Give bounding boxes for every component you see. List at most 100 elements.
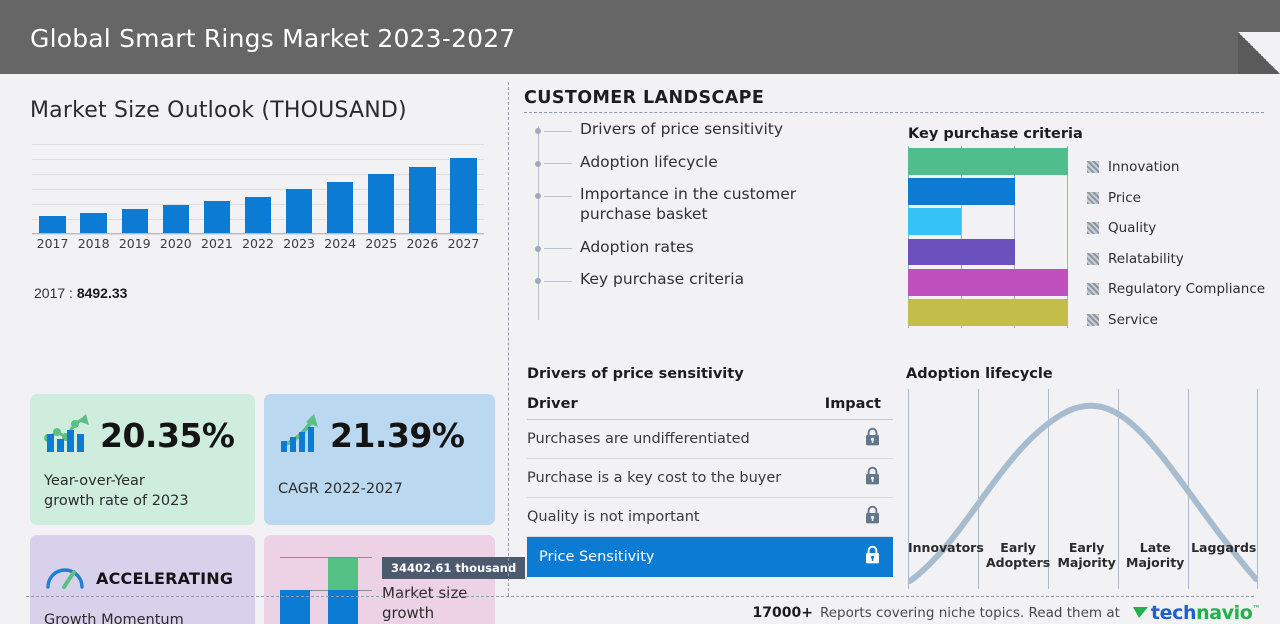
kpc-row-Innovation	[908, 146, 1068, 176]
hatched-square-icon	[1087, 283, 1099, 296]
legend-label: Regulatory Compliance	[1108, 281, 1266, 298]
bar-2023	[285, 188, 313, 234]
x-tick-2026: 2026	[406, 236, 439, 251]
lock-icon	[864, 545, 881, 569]
hatched-square-icon	[1087, 222, 1099, 235]
connector-line	[544, 130, 572, 132]
customer-landscape-topics: Drivers of price sensitivity Adoption lif…	[535, 120, 888, 320]
kpc-bar-rows	[908, 146, 1068, 328]
card-market-size-growth[interactable]: 2022 2027 34402.61 thousand Market size …	[264, 535, 526, 624]
bar-2022	[244, 196, 272, 234]
growth-description: Market size growth	[382, 583, 467, 624]
card-yoy-row: 20.35%	[44, 412, 235, 459]
x-tick-2025: 2025	[365, 236, 398, 251]
first-year-label: 2017 :	[34, 285, 73, 301]
cagr-line1: CAGR 2022-2027	[278, 481, 403, 497]
speedometer-icon	[44, 561, 86, 596]
driver-label: Price Sensitivity	[539, 549, 655, 565]
table-row[interactable]: Price Sensitivity	[527, 537, 893, 577]
legend-item-quality[interactable]: Quality	[1087, 213, 1277, 244]
header-driver: Driver	[527, 396, 578, 412]
bar-2024	[327, 181, 354, 234]
x-tick-2027: 2027	[447, 236, 480, 251]
report-count: 17000+	[752, 605, 813, 621]
bullet-dot-icon	[535, 128, 541, 134]
bar-arrow-growth-icon	[278, 412, 320, 459]
stage-label-laggards: Laggards	[1191, 540, 1257, 555]
technavio-logo[interactable]: tech navio ™	[1132, 602, 1260, 624]
yoy-line2: growth rate of 2023	[44, 492, 189, 509]
brand-part-2: navio	[1196, 602, 1253, 624]
x-tick-2021: 2021	[201, 236, 233, 251]
gridline	[32, 144, 484, 145]
table-row[interactable]: Purchases are undifferentiated	[527, 420, 893, 459]
legend-item-relatability[interactable]: Relatability	[1087, 244, 1277, 275]
bullet-dot-icon	[535, 245, 541, 252]
topic-label: Adoption rates	[580, 237, 694, 256]
legend-item-price[interactable]: Price	[1087, 183, 1277, 214]
kpc-row-Service	[908, 298, 1068, 328]
bar-column	[279, 146, 320, 234]
legend-item-service[interactable]: Service	[1087, 305, 1277, 336]
legend-item-innovation[interactable]: Innovation	[1087, 152, 1277, 183]
kpc-bar-Service	[908, 299, 1068, 327]
market-size-growth-chart	[280, 553, 372, 624]
first-year-value: 2017 : 8492.33	[34, 285, 127, 301]
customer-landscape-title: CUSTOMER LANDSCAPE	[524, 88, 765, 108]
legend-item-regulatory-compliance[interactable]: Regulatory Compliance	[1087, 274, 1277, 305]
header-impact: Impact	[824, 396, 881, 412]
kpc-bar-Relatability	[908, 238, 1015, 266]
technavio-triangle-icon	[1132, 602, 1148, 624]
x-tick-2020: 2020	[159, 236, 192, 251]
topic-item-1[interactable]: Adoption lifecycle	[535, 152, 888, 173]
growth-callout-badge: 34402.61 thousand	[382, 557, 526, 579]
bar-column	[114, 146, 155, 234]
kpc-bar-Price	[908, 178, 1015, 205]
momentum-value: ACCELERATING	[96, 569, 234, 588]
growth-line2: growth	[382, 604, 435, 623]
market-size-panel: Market Size Outlook (THOUSAND) 2017 2018 2…	[0, 74, 526, 624]
card-cagr-row: 21.39%	[278, 412, 465, 459]
bar-2026	[409, 166, 436, 234]
brand-part-1: tech	[1150, 602, 1197, 624]
stage-label-early-adopters: Early Adopters	[985, 540, 1051, 571]
bar-column	[320, 146, 361, 234]
card-cagr[interactable]: 21.39% CAGR 2022-2027	[264, 394, 495, 525]
topic-item-2[interactable]: Importance in the customer purchase bask…	[535, 185, 888, 224]
legend-label: Relatability	[1108, 250, 1184, 267]
bar-column	[73, 146, 114, 234]
footer-divider	[26, 596, 1254, 597]
stage-label-innovators: Innovators	[908, 540, 984, 555]
drivers-table-header: Driver Impact	[527, 396, 893, 420]
key-purchase-criteria-title: Key purchase criteria	[908, 126, 1083, 142]
card-yoy-growth[interactable]: 20.35% Year-over-Year growth rate of 202…	[30, 394, 255, 525]
driver-label: Quality is not important	[527, 509, 700, 525]
chart-bars	[32, 146, 484, 234]
stage-label-late-majority: Late Majority	[1126, 540, 1185, 571]
bullet-dot-icon	[535, 193, 541, 200]
topic-item-4[interactable]: Key purchase criteria	[535, 270, 888, 290]
card-growth-momentum[interactable]: ACCELERATING Growth Momentum	[30, 535, 255, 624]
corner-fold-decoration	[1238, 32, 1280, 74]
driver-label: Purchase is a key cost to the buyer	[527, 470, 782, 486]
adoption-lifecycle-labels: Innovators Early Adopters Early Majority Late…	[908, 540, 1258, 571]
topic-item-3[interactable]: Adoption rates	[535, 237, 888, 258]
kpc-bar-Innovation	[908, 147, 1068, 175]
hatched-square-icon	[1087, 191, 1099, 204]
page-title: Global Smart Rings Market 2023-2027	[30, 24, 516, 53]
hatched-square-icon	[1087, 313, 1099, 326]
connector-line	[544, 195, 572, 197]
hatched-square-icon	[1087, 161, 1099, 174]
drivers-title: Drivers of price sensitivity	[527, 366, 744, 382]
adoption-lifecycle-title: Adoption lifecycle	[906, 366, 1053, 382]
mini-bar-2027	[328, 553, 358, 624]
table-row[interactable]: Quality is not important	[527, 498, 893, 537]
yoy-line1: Year-over-Year	[44, 473, 145, 489]
table-row[interactable]: Purchase is a key cost to the buyer	[527, 459, 893, 498]
topic-label: Adoption lifecycle	[580, 152, 718, 171]
bar-2021	[203, 201, 231, 234]
momentum-description: Growth Momentum	[44, 611, 184, 624]
topic-item-0[interactable]: Drivers of price sensitivity	[535, 120, 888, 140]
yoy-value: 20.35%	[100, 416, 235, 455]
kpc-row-Relatability	[908, 237, 1068, 267]
